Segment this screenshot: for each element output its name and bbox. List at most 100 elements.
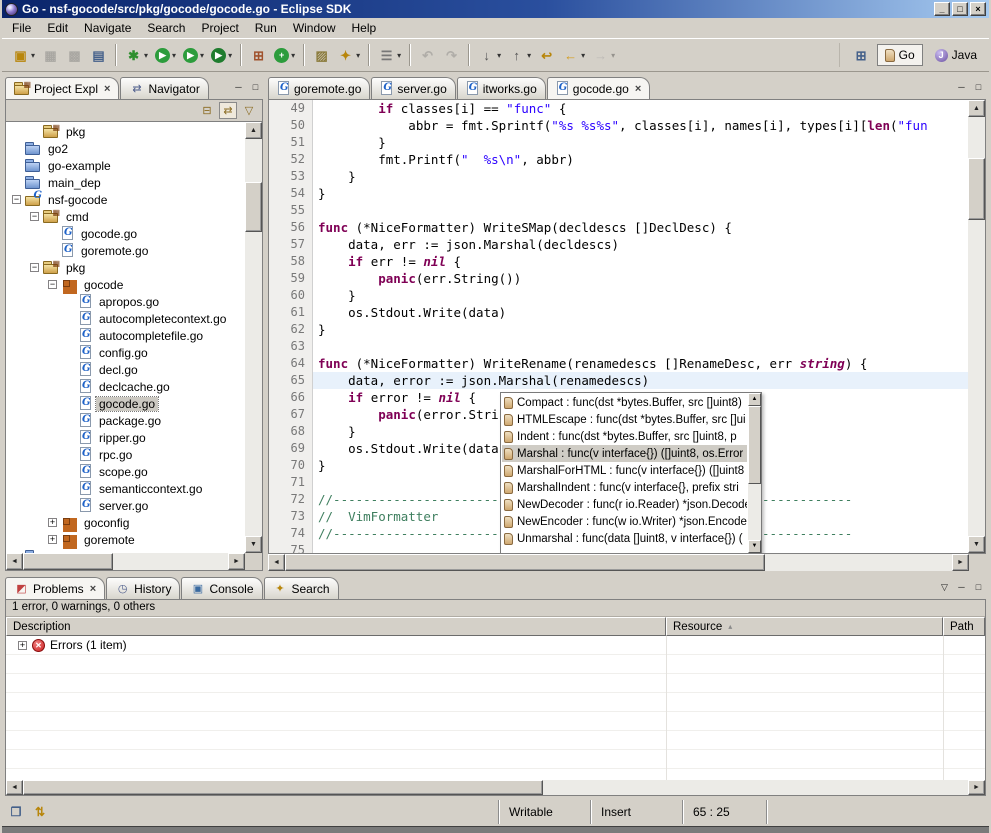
new-go-element-button[interactable]: +▾ — [271, 43, 298, 67]
run-button[interactable]: ▶▾ — [152, 43, 179, 67]
link-with-editor-button[interactable]: ⇄ — [219, 102, 237, 119]
menu-help[interactable]: Help — [344, 19, 385, 37]
previous-annotation-button[interactable]: ↑▾ — [505, 43, 534, 67]
maximize-view-button[interactable]: □ — [971, 81, 986, 95]
tab-project-expl[interactable]: Project Expl× — [5, 77, 119, 99]
annotations-button[interactable]: ☰▾ — [375, 43, 404, 67]
external-tools-button[interactable]: ▶▾ — [208, 43, 235, 67]
code-text[interactable]: } — [313, 134, 968, 151]
maximize-view-button[interactable]: □ — [971, 581, 986, 595]
minimize-view-button[interactable]: ─ — [954, 81, 969, 95]
tree-item-nsf-gocode[interactable]: −nsf-gocode — [6, 191, 245, 208]
dropdown-arrow-icon[interactable]: ▾ — [397, 51, 401, 60]
code-text[interactable]: panic(err.String()) — [313, 270, 968, 287]
open-perspective-button[interactable]: ⊞ — [850, 43, 873, 67]
tree-horizontal-scrollbar[interactable]: ◄ ► — [6, 553, 245, 570]
autocomplete-item[interactable]: NewEncoder : func(w io.Writer) *json.Enc… — [502, 513, 747, 530]
new-go-project-button[interactable]: ⊞ — [247, 43, 270, 67]
scroll-left-button[interactable]: ◄ — [268, 554, 285, 571]
autocomplete-item[interactable]: Unmarshal : func(data []uint8, v interfa… — [502, 530, 747, 547]
fast-view-icon[interactable]: ❒ — [8, 804, 24, 820]
tree-item-scope-go[interactable]: scope.go — [6, 463, 245, 480]
scroll-right-button[interactable]: ► — [968, 780, 985, 795]
tab-itworks-go[interactable]: itworks.go — [457, 77, 546, 99]
dropdown-arrow-icon[interactable]: ▾ — [228, 51, 232, 60]
problems-horizontal-scrollbar[interactable]: ◄ ► — [6, 780, 985, 795]
tab-problems[interactable]: ◩Problems× — [5, 577, 105, 599]
dropdown-arrow-icon[interactable]: ▾ — [172, 51, 176, 60]
autocomplete-item[interactable]: Marshal : func(v interface{}) ([]uint8, … — [502, 445, 747, 462]
code-text[interactable]: } — [313, 185, 968, 202]
view-menu-button[interactable]: ▽ — [937, 581, 952, 595]
back-button[interactable]: ←▾ — [559, 43, 588, 67]
print-button[interactable]: ▤ — [87, 43, 110, 67]
dropdown-arrow-icon[interactable]: ▾ — [611, 51, 615, 60]
twisty-collapse-icon[interactable]: − — [30, 212, 39, 221]
annotation-trim-icon[interactable]: ⇅ — [32, 804, 48, 820]
twisty-expand-icon[interactable]: + — [48, 518, 57, 527]
close-icon[interactable]: × — [635, 83, 641, 95]
menu-search[interactable]: Search — [139, 19, 193, 37]
maximize-view-button[interactable]: □ — [248, 81, 263, 95]
twisty-collapse-icon[interactable]: − — [48, 280, 57, 289]
tree-item-declcache-go[interactable]: declcache.go — [6, 378, 245, 395]
tab-gocode-go[interactable]: gocode.go× — [547, 77, 651, 99]
column-header-path[interactable]: Path — [943, 617, 985, 636]
code-text[interactable]: func (*NiceFormatter) WriteRename(rename… — [313, 355, 968, 372]
code-text[interactable]: func (*NiceFormatter) WriteSMap(decldesc… — [313, 219, 968, 236]
scrollbar-thumb[interactable] — [748, 406, 761, 484]
tree-item-pkg[interactable]: pkg — [6, 123, 245, 140]
scroll-up-button[interactable]: ▲ — [968, 100, 985, 117]
tab-search[interactable]: ✦Search — [264, 577, 339, 599]
problems-row-errors[interactable]: +✕Errors (1 item) — [6, 636, 985, 655]
perspective-go-button[interactable]: Go — [877, 44, 923, 66]
menu-window[interactable]: Window — [285, 19, 344, 37]
tab-history[interactable]: ◷History — [106, 577, 180, 599]
next-annotation-button[interactable]: ↓▾ — [475, 43, 504, 67]
dropdown-arrow-icon[interactable]: ▾ — [144, 51, 148, 60]
menu-edit[interactable]: Edit — [39, 19, 76, 37]
perspective-java-button[interactable]: JJava — [927, 44, 985, 66]
menu-file[interactable]: File — [4, 19, 39, 37]
twisty-collapse-icon[interactable]: − — [12, 195, 21, 204]
scrollbar-thumb[interactable] — [245, 182, 262, 232]
scroll-down-button[interactable]: ▼ — [245, 536, 262, 553]
tree-item-goremote-go[interactable]: goremote.go — [6, 242, 245, 259]
current-line[interactable]: data, error := json.Marshal(renamedescs) — [313, 372, 968, 389]
twisty-expand-icon[interactable]: + — [18, 641, 27, 650]
dropdown-arrow-icon[interactable]: ▾ — [497, 51, 501, 60]
tree-item-gocode[interactable]: −gocode — [6, 276, 245, 293]
tab-console[interactable]: ▣Console — [181, 577, 262, 599]
column-header-description[interactable]: Description — [6, 617, 666, 636]
scrollbar-thumb[interactable] — [23, 780, 543, 795]
editor-vertical-scrollbar[interactable]: ▲ ▼ — [968, 100, 985, 553]
tree-item-rpc-go[interactable]: rpc.go — [6, 446, 245, 463]
code-text[interactable] — [313, 202, 968, 219]
new-wizard-button[interactable]: ▣▾ — [9, 43, 38, 67]
dropdown-arrow-icon[interactable]: ▾ — [291, 51, 295, 60]
tree-item-decl-go[interactable]: decl.go — [6, 361, 245, 378]
minimize-button[interactable]: _ — [934, 2, 950, 16]
scroll-right-button[interactable]: ► — [228, 553, 245, 570]
column-header-resource[interactable]: Resource▴ — [666, 617, 943, 636]
autocomplete-item[interactable]: MarshalForHTML : func(v interface{}) ([]… — [502, 462, 747, 479]
tab-navigator[interactable]: ⇄Navigator — [120, 77, 208, 99]
close-button[interactable]: × — [970, 2, 986, 16]
autocomplete-item[interactable]: NewDecoder : func(r io.Reader) *json.Dec… — [502, 496, 747, 513]
tree-item-cmd[interactable]: −cmd — [6, 208, 245, 225]
scroll-down-button[interactable]: ▼ — [748, 540, 761, 553]
maximize-button[interactable]: □ — [952, 2, 968, 16]
collapse-all-button[interactable]: ⊟ — [198, 102, 216, 119]
code-text[interactable]: os.Stdout.Write(data) — [313, 304, 968, 321]
scroll-down-button[interactable]: ▼ — [968, 536, 985, 553]
editor-horizontal-scrollbar[interactable]: ◄ ► — [268, 554, 986, 571]
code-text[interactable]: } — [313, 168, 968, 185]
scroll-up-button[interactable]: ▲ — [748, 393, 761, 406]
tree-item-server-go[interactable]: server.go — [6, 497, 245, 514]
code-editor[interactable]: 49 if classes[i] == "func" {50 abbr = fm… — [268, 99, 986, 554]
tree-item-gocode-go[interactable]: gocode.go — [6, 225, 245, 242]
menu-navigate[interactable]: Navigate — [76, 19, 139, 37]
scrollbar-thumb[interactable] — [23, 553, 113, 570]
title-bar[interactable]: Go - nsf-gocode/src/pkg/gocode/gocode.go… — [2, 0, 989, 18]
code-text[interactable]: } — [313, 287, 968, 304]
